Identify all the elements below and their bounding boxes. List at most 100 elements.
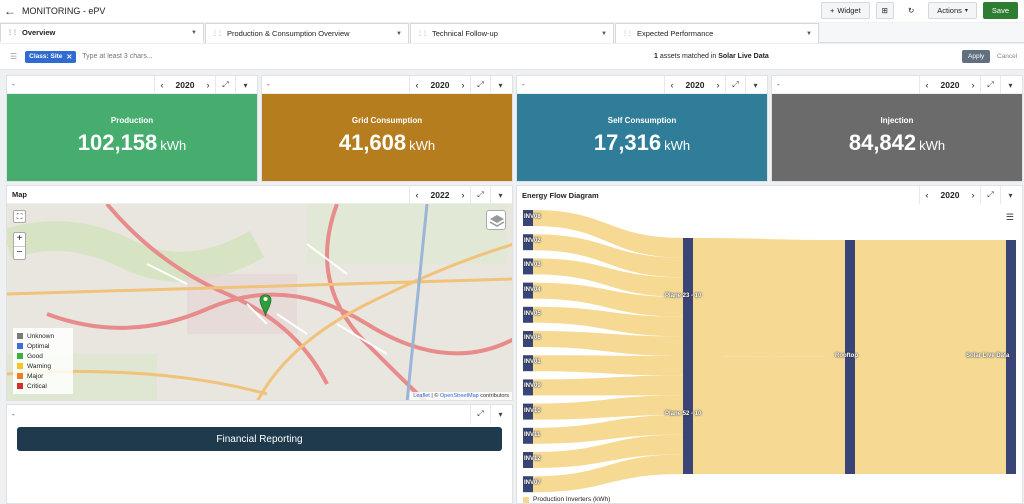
chevron-right-icon[interactable]: › bbox=[711, 80, 725, 90]
tab-production-consumption[interactable]: ⋮⋮ Production & Consumption Overview ▼ bbox=[205, 23, 409, 43]
drag-handle-icon[interactable]: ⋮⋮ bbox=[212, 30, 223, 37]
sankey-label-inverter: INV03 bbox=[524, 262, 541, 269]
chevron-right-icon[interactable]: › bbox=[966, 190, 980, 200]
caret-down-icon[interactable]: ▾ bbox=[1000, 186, 1020, 204]
kpi-label: Grid Consumption bbox=[351, 116, 423, 125]
kpi-tile: Injection 84,842 kWh bbox=[772, 94, 1022, 181]
caret-down-icon[interactable]: ▾ bbox=[745, 76, 765, 94]
caret-down-icon[interactable]: ▼ bbox=[396, 31, 402, 37]
expand-icon[interactable]: ⤢ bbox=[215, 76, 235, 94]
sankey-link bbox=[693, 356, 845, 474]
sankey-label-site: Solar Live Data bbox=[966, 353, 1010, 359]
zoom-out-button[interactable]: − bbox=[14, 246, 25, 259]
energy-flow-widget: Energy Flow Diagram ‹ 2020 › ⤢ ▾ ☰ Product… bbox=[516, 185, 1023, 504]
sankey-label-inverter: INV12 bbox=[524, 456, 541, 462]
sankey-label-inverter: INV01 bbox=[524, 359, 541, 366]
layers-icon[interactable] bbox=[486, 210, 506, 230]
back-arrow-icon[interactable]: ← bbox=[4, 4, 20, 18]
fullscreen-icon[interactable]: ⛶ bbox=[13, 210, 26, 223]
sankey-label-inverter: INV07 bbox=[524, 480, 541, 487]
tab-expected-performance[interactable]: ⋮⋮ Expected Performance ▼ bbox=[615, 23, 819, 43]
kpi-widget-production: - ‹ 2020 › ⤢ ▾ Production 102,158 kWh bbox=[6, 75, 258, 182]
menu-icon[interactable]: ☰ bbox=[1006, 212, 1014, 223]
caret-down-icon[interactable]: ▾ bbox=[490, 76, 510, 94]
legend-swatch bbox=[17, 333, 23, 339]
top-actions: + Widget ⊞ ↻ Actions ▾ Save bbox=[820, 2, 1018, 19]
expand-icon[interactable]: ⤢ bbox=[725, 76, 745, 94]
drag-handle-icon[interactable]: ⋮⋮ bbox=[417, 30, 428, 37]
chevron-right-icon[interactable]: › bbox=[456, 190, 470, 200]
legend-swatch bbox=[17, 363, 23, 369]
sankey-label-inverter: INV05 bbox=[524, 310, 541, 317]
year-selector: ‹ 2020 › bbox=[919, 186, 980, 204]
widget-header: Map ‹ 2022 › ⤢ ▾ bbox=[7, 186, 512, 204]
widget-header: - ‹ 2020 › ⤢ ▾ bbox=[772, 76, 1022, 94]
search-input[interactable] bbox=[82, 53, 283, 60]
drag-handle-icon[interactable]: ⋮⋮ bbox=[622, 30, 633, 37]
expand-icon[interactable]: ⤢ bbox=[980, 186, 1000, 204]
caret-down-icon[interactable]: ▾ bbox=[1000, 76, 1020, 94]
chevron-left-icon[interactable]: ‹ bbox=[410, 190, 424, 200]
legend-item-major: Major bbox=[17, 371, 69, 381]
legend-item-critical: Critical bbox=[17, 381, 69, 391]
legend-item-optimal: Optimal bbox=[17, 341, 69, 351]
sankey-chart: ☰ Production Inverters (kWh) INV08 INV02 I… bbox=[517, 204, 1022, 503]
map-canvas[interactable]: ⛶ + − Unknown Optimal Good Warning Major… bbox=[7, 204, 512, 400]
chevron-left-icon[interactable]: ‹ bbox=[410, 80, 424, 90]
filter-icon[interactable]: ☰ bbox=[10, 52, 17, 61]
kpi-value: 102,158 kWh bbox=[77, 130, 187, 155]
caret-down-icon[interactable]: ▾ bbox=[235, 76, 255, 94]
leaflet-link[interactable]: Leaflet bbox=[413, 393, 430, 399]
expand-icon[interactable]: ⤢ bbox=[470, 76, 490, 94]
widget-header: Energy Flow Diagram ‹ 2020 › ⤢ ▾ bbox=[517, 186, 1022, 204]
class-filter-chip[interactable]: Class: Site ✕ bbox=[25, 50, 77, 63]
chevron-right-icon[interactable]: › bbox=[966, 80, 980, 90]
year-selector: ‹ 2020 › bbox=[409, 76, 470, 94]
year-selector: ‹ 2020 › bbox=[919, 76, 980, 94]
expand-icon[interactable]: ⤢ bbox=[980, 76, 1000, 94]
chevron-left-icon[interactable]: ‹ bbox=[665, 80, 679, 90]
chevron-left-icon[interactable]: ‹ bbox=[920, 190, 934, 200]
caret-down-icon[interactable]: ▾ bbox=[490, 405, 510, 423]
kpi-value: 17,316 kWh bbox=[593, 130, 691, 155]
widget-controls: ‹ 2020 › ⤢ ▾ bbox=[664, 76, 765, 94]
actions-button[interactable]: Actions ▾ bbox=[928, 2, 977, 19]
map-tiles bbox=[7, 204, 512, 400]
refresh-button[interactable]: ↻ bbox=[900, 2, 922, 19]
tab-technical-follow-up[interactable]: ⋮⋮ Technical Follow-up ▼ bbox=[410, 23, 614, 43]
legend-item-good: Good bbox=[17, 351, 69, 361]
legend-swatch bbox=[17, 343, 23, 349]
sankey-label-inverter: INV11 bbox=[524, 431, 541, 438]
sankey-label-rooftop: Rooftop bbox=[835, 353, 858, 359]
chevron-right-icon[interactable]: › bbox=[456, 80, 470, 90]
widget-header: - ‹ 2020 › ⤢ ▾ bbox=[517, 76, 767, 94]
caret-down-icon[interactable]: ▼ bbox=[601, 31, 607, 37]
expand-icon[interactable]: ⤢ bbox=[470, 186, 490, 204]
widget-controls: ‹ 2020 › ⤢ ▾ bbox=[409, 76, 510, 94]
tab-overview[interactable]: ⋮⋮ Overview ▼ bbox=[0, 23, 204, 43]
drag-handle-icon[interactable]: ⋮⋮ bbox=[7, 29, 18, 36]
tab-bar: ⋮⋮ Overview ▼ ⋮⋮ Production & Consumption O… bbox=[0, 23, 1024, 43]
save-button[interactable]: Save bbox=[982, 2, 1018, 19]
chevron-left-icon[interactable]: ‹ bbox=[920, 80, 934, 90]
apply-button[interactable]: Apply bbox=[962, 50, 991, 63]
zoom-in-button[interactable]: + bbox=[14, 233, 25, 246]
kpi-widget-self-consumption: - ‹ 2020 › ⤢ ▾ Self Consumption 17,316 kWh bbox=[516, 75, 768, 182]
add-square-button[interactable]: ⊞ bbox=[875, 2, 894, 19]
caret-down-icon[interactable]: ▾ bbox=[490, 186, 510, 204]
widget-header: - ‹ 2020 › ⤢ ▾ bbox=[7, 76, 257, 94]
close-icon[interactable]: ✕ bbox=[66, 53, 72, 61]
financial-reporting-button[interactable]: Financial Reporting bbox=[17, 427, 502, 451]
chevron-right-icon[interactable]: › bbox=[201, 80, 215, 90]
add-widget-button[interactable]: + Widget bbox=[820, 2, 870, 19]
expand-icon[interactable]: ⤢ bbox=[470, 405, 490, 423]
refresh-icon: ↻ bbox=[907, 6, 915, 15]
osm-link[interactable]: OpenStreetMap bbox=[440, 393, 479, 399]
sankey-legend: Production Inverters (kWh) bbox=[523, 496, 610, 503]
caret-down-icon[interactable]: ▼ bbox=[806, 31, 812, 37]
cancel-button[interactable]: Cancel bbox=[997, 53, 1017, 60]
sankey-label-inverter: INV02 bbox=[524, 238, 541, 245]
chevron-left-icon[interactable]: ‹ bbox=[155, 80, 169, 90]
widget-dash-label: - bbox=[12, 409, 15, 419]
caret-down-icon[interactable]: ▼ bbox=[191, 30, 197, 36]
